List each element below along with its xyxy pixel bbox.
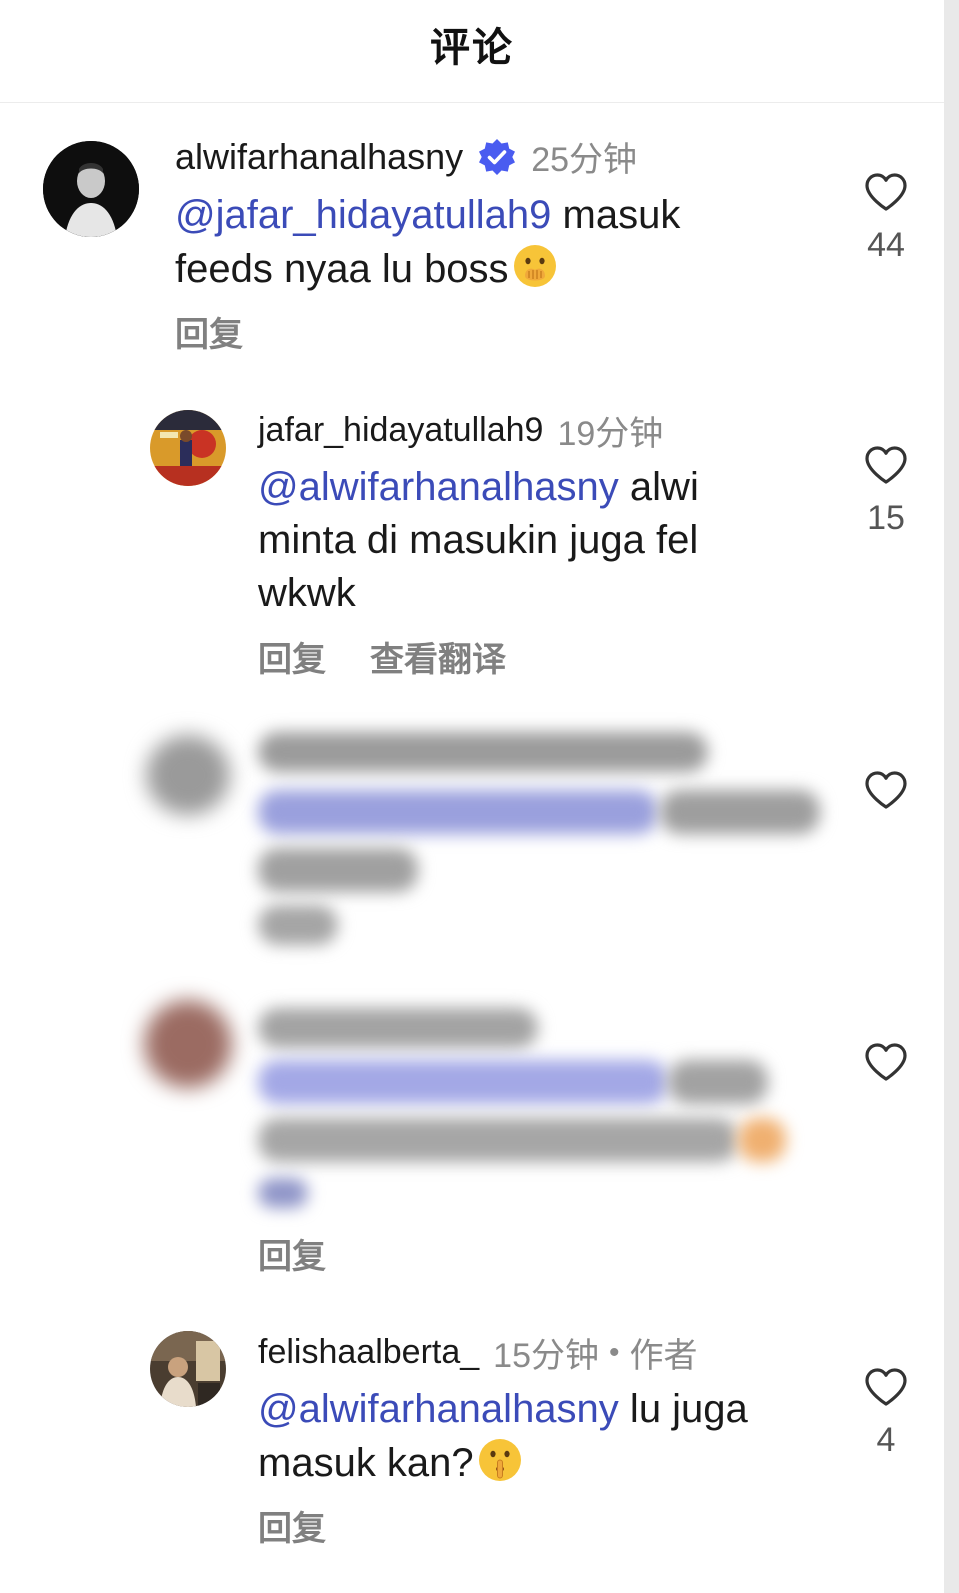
like-control: 44 (856, 172, 916, 265)
avatar-photo (43, 141, 139, 237)
redacted-text (258, 1178, 308, 1208)
comment-text-part: masuk (551, 193, 681, 237)
avatar-photo (150, 410, 226, 486)
redacted-header (258, 732, 708, 772)
redacted-text (258, 1118, 738, 1162)
avatar[interactable] (150, 1331, 226, 1407)
like-count: 15 (867, 499, 905, 537)
reply-button[interactable]: 回复 (258, 1501, 326, 1550)
mention-link[interactable]: @jafar_hidayatullah9 (175, 193, 551, 237)
heart-icon[interactable] (864, 1367, 908, 1407)
heart-icon[interactable] (864, 172, 908, 212)
like-count: 4 (876, 1421, 896, 1459)
sheet-header: 评论 (0, 0, 944, 103)
comment-actions: 回复 查看翻译 (258, 632, 550, 681)
comment-header: jafar_hidayatullah9 19分钟 (258, 406, 663, 455)
redacted-text (258, 905, 338, 945)
redacted-text (660, 790, 820, 834)
comments-sheet: 评论 alwifarhanalhasny 25分钟 @jafar_hidayat… (0, 0, 944, 1593)
heart-icon[interactable] (864, 1042, 908, 1082)
redacted-emoji (738, 1118, 786, 1162)
avatar[interactable] (150, 410, 226, 486)
timestamp: 15分钟 (493, 1337, 599, 1375)
comment-text: @alwifarhanalhasny lu juga masuk kan? (258, 1383, 858, 1490)
shushing-face-icon (478, 1439, 521, 1481)
mention-link[interactable]: @alwifarhanalhasny (258, 1387, 619, 1431)
redacted-header (258, 1008, 538, 1048)
comment-text-part: alwi (618, 465, 699, 509)
comment-text-part: minta di masukin juga fel (258, 518, 699, 562)
timestamp: 19分钟 (557, 415, 664, 453)
author-label: 作者 (629, 1337, 698, 1375)
reply-button[interactable]: 回复 (175, 307, 243, 356)
avatar (144, 1000, 232, 1088)
mention-link[interactable]: @alwifarhanalhasny (258, 465, 619, 509)
comment-text-part: feeds nyaa lu boss (175, 247, 509, 291)
avatar[interactable] (43, 141, 139, 237)
like-count: 44 (867, 226, 905, 264)
comment-actions: 回复 (258, 1229, 370, 1278)
reply-button[interactable]: 回复 (258, 1229, 326, 1278)
comment-text: @alwifarhanalhasny alwi minta di masukin… (258, 461, 818, 620)
avatar (146, 735, 230, 815)
heart-icon[interactable] (864, 445, 908, 485)
face-with-hand-over-mouth-icon (513, 245, 556, 287)
redacted-mention (258, 790, 658, 834)
avatar-photo (150, 1331, 226, 1407)
username[interactable]: felishaalberta_ (258, 1333, 479, 1372)
separator-dot: • (608, 1335, 620, 1369)
comment-header: felishaalberta_ 15分钟 • 作者 (258, 1328, 698, 1377)
timestamp: 25分钟 (531, 141, 638, 179)
comment-actions: 回复 (175, 307, 287, 356)
comment-text-part: masuk kan? (258, 1441, 474, 1485)
comment-text: @jafar_hidayatullah9 masuk feeds nyaa lu… (175, 189, 815, 296)
redacted-mention (258, 1060, 668, 1104)
scroll-gutter (944, 0, 959, 1593)
comment-header: alwifarhanalhasny 25分钟 (175, 132, 637, 181)
comment-actions: 回复 (258, 1501, 370, 1550)
comment-text-part: wkwk (258, 571, 356, 615)
like-control: 4 (856, 1367, 916, 1460)
comment-text-part: lu juga (618, 1387, 748, 1431)
redacted-text (668, 1060, 768, 1104)
username[interactable]: jafar_hidayatullah9 (258, 411, 543, 450)
like-control (856, 770, 916, 810)
page-title: 评论 (430, 26, 514, 70)
see-translation-button[interactable]: 查看翻译 (370, 632, 506, 681)
like-control: 15 (856, 445, 916, 538)
redacted-text (258, 848, 418, 892)
reply-button[interactable]: 回复 (258, 632, 326, 681)
heart-icon[interactable] (864, 770, 908, 810)
verified-badge-icon (479, 138, 516, 175)
username[interactable]: alwifarhanalhasny (175, 136, 463, 178)
like-control (856, 1042, 916, 1082)
